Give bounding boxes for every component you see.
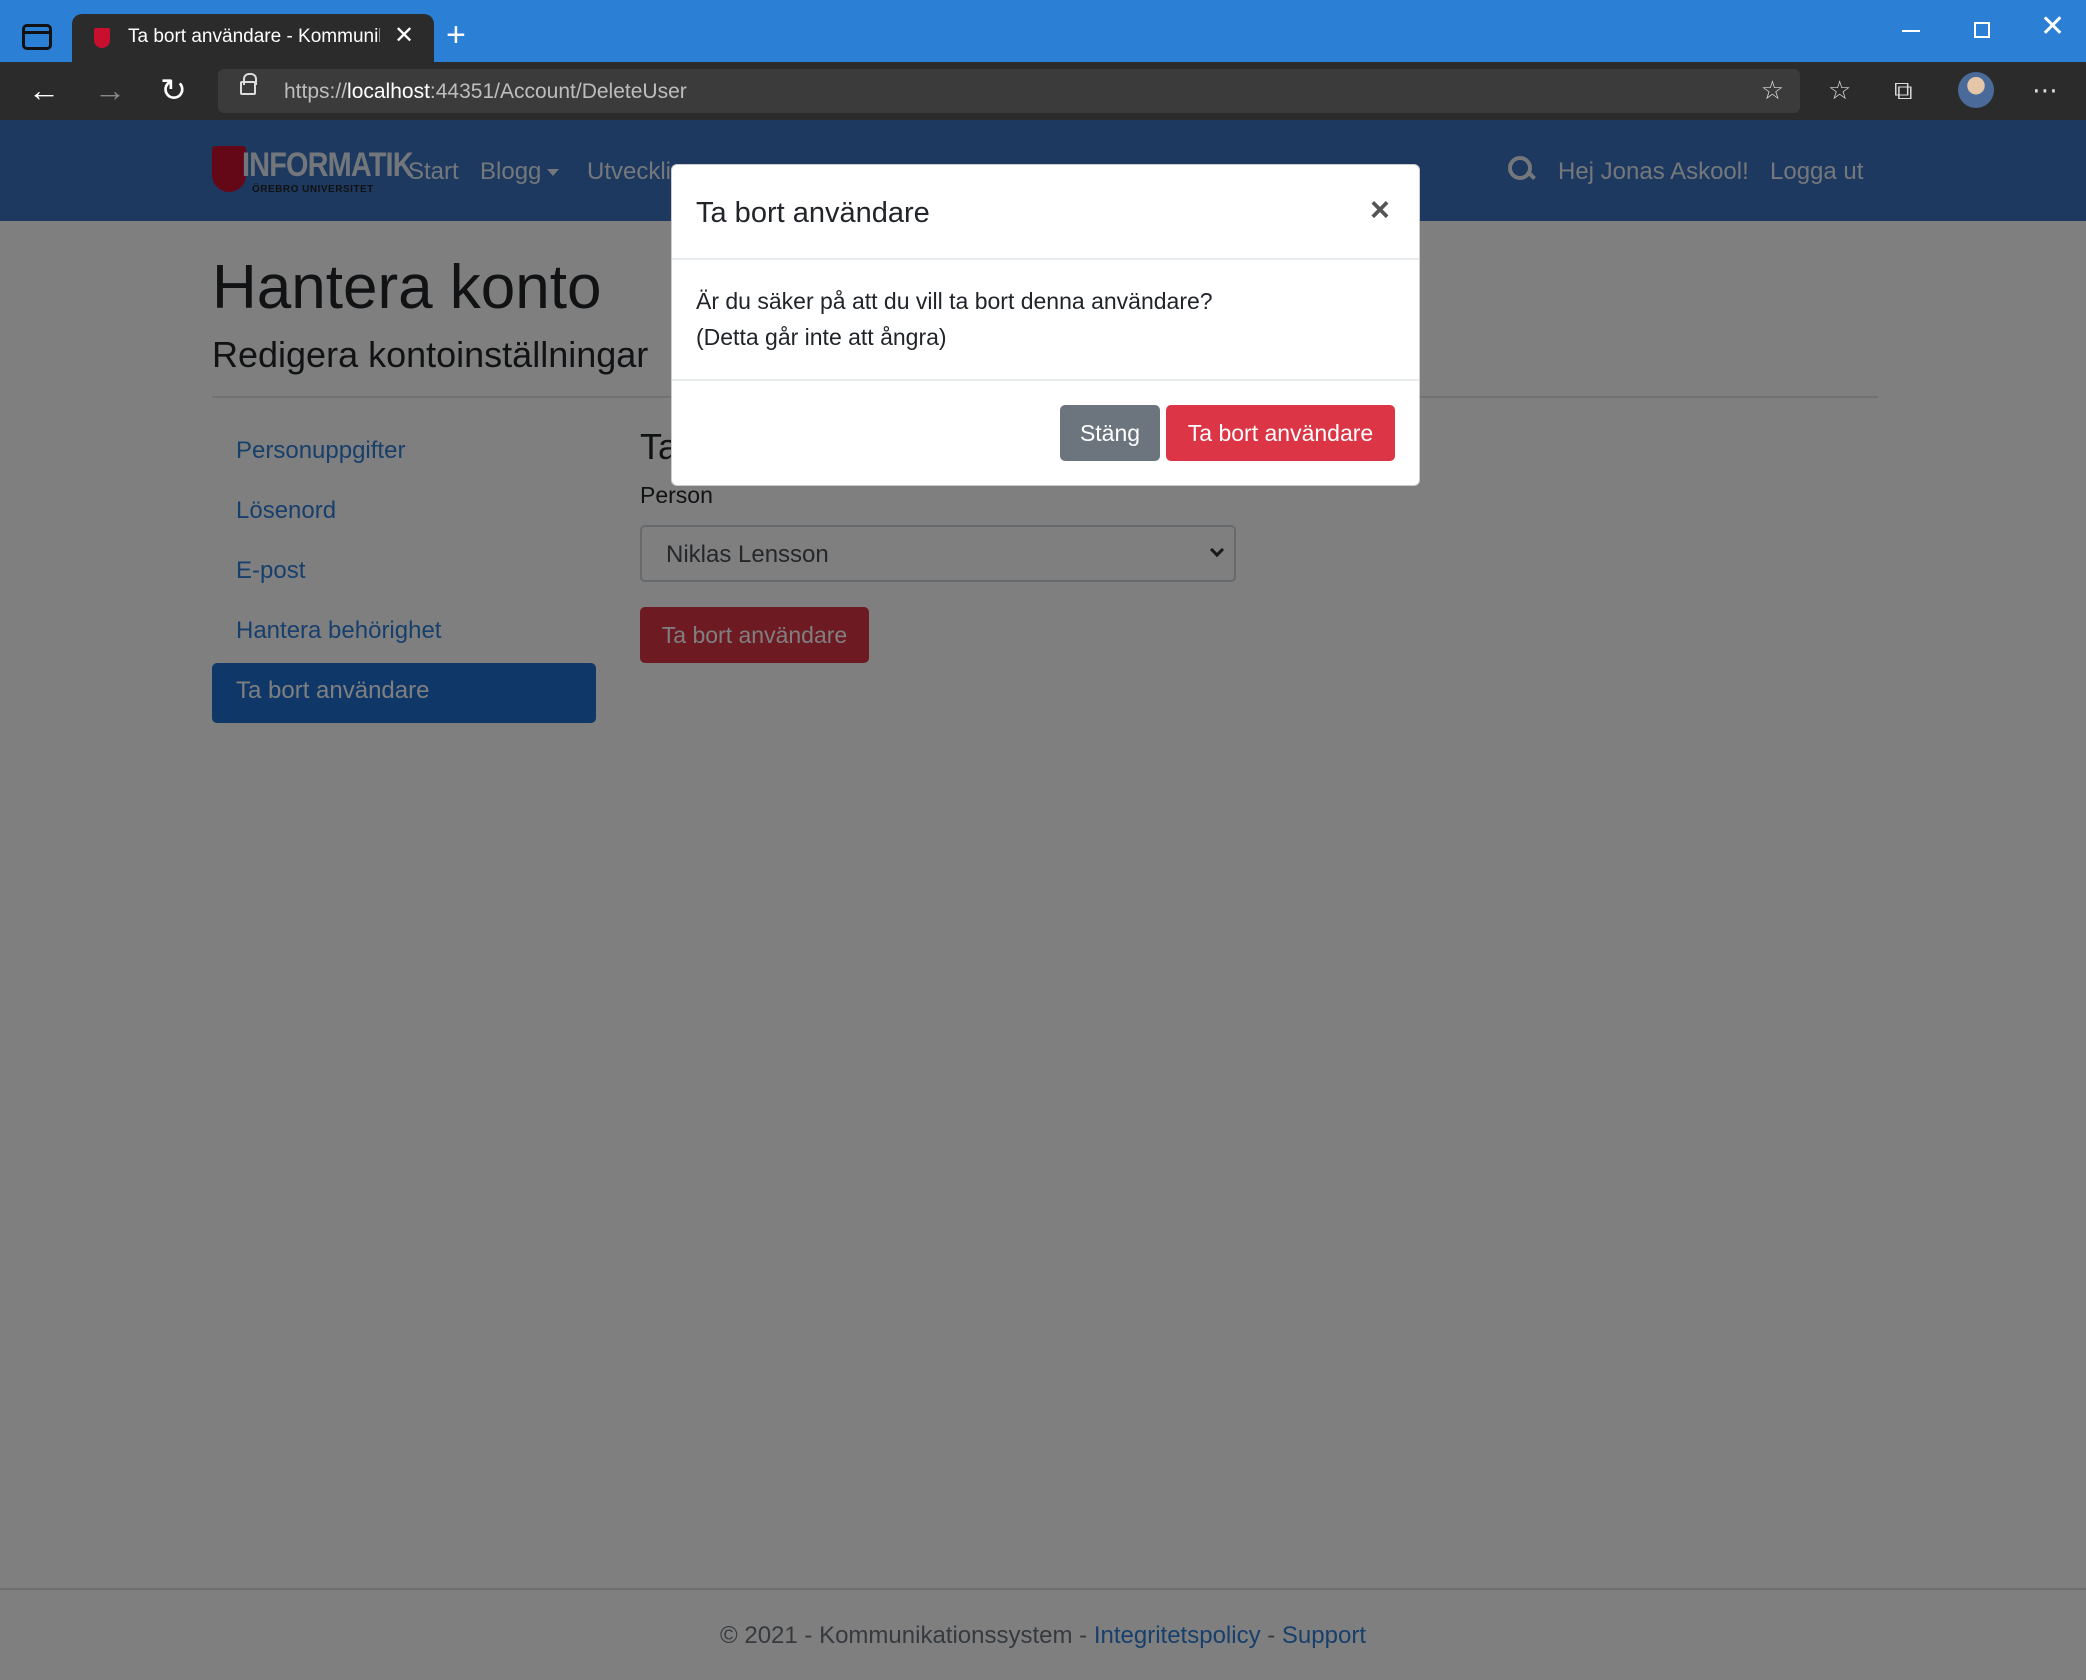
favorites-icon[interactable]: ☆ [1828,76,1851,104]
back-icon[interactable]: ← [28,74,60,106]
window-close-icon[interactable]: ✕ [2040,12,2065,42]
address-bar: ← → ↻ https://localhost:44351/Account/De… [0,62,2086,120]
browser-titlebar: Ta bort användare - Kommunikat ✕ + ✕ [0,0,2086,62]
modal-warning: (Detta går inte att ångra) [696,324,947,350]
lock-icon[interactable] [240,73,257,95]
tab-close-icon[interactable]: ✕ [394,24,414,48]
modal-footer-divider [672,379,1419,381]
add-favorite-icon[interactable]: ☆ [1761,75,1784,106]
tab-actions-icon[interactable] [22,24,52,50]
url-field[interactable]: https://localhost:44351/Account/DeleteUs… [218,69,1800,113]
modal-body: Är du säker på att du vill ta bort denna… [696,283,1213,355]
profile-avatar[interactable] [1958,72,1994,108]
url-text: https://localhost:44351/Account/DeleteUs… [284,80,687,103]
favicon-icon [94,28,110,48]
forward-icon[interactable]: → [94,74,126,106]
delete-user-modal: Ta bort användare × Är du säker på att d… [671,164,1420,486]
new-tab-icon[interactable]: + [446,18,466,52]
minimize-icon[interactable] [1902,30,1920,32]
collections-icon[interactable]: ⧉ [1894,76,1913,104]
confirm-delete-button[interactable]: Ta bort användare [1166,405,1395,461]
browser-tab[interactable]: Ta bort användare - Kommunikat ✕ [72,14,434,62]
close-button[interactable]: Stäng [1060,405,1160,461]
close-icon[interactable]: × [1370,193,1390,227]
modal-title: Ta bort användare [696,197,930,229]
maximize-icon[interactable] [1974,22,1990,38]
modal-question: Är du säker på att du vill ta bort denna… [696,288,1213,314]
more-icon[interactable]: ⋯ [2032,76,2058,104]
modal-header: Ta bort användare × [672,165,1419,260]
tab-title: Ta bort användare - Kommunikat [128,26,380,47]
reload-icon[interactable]: ↻ [160,74,187,106]
